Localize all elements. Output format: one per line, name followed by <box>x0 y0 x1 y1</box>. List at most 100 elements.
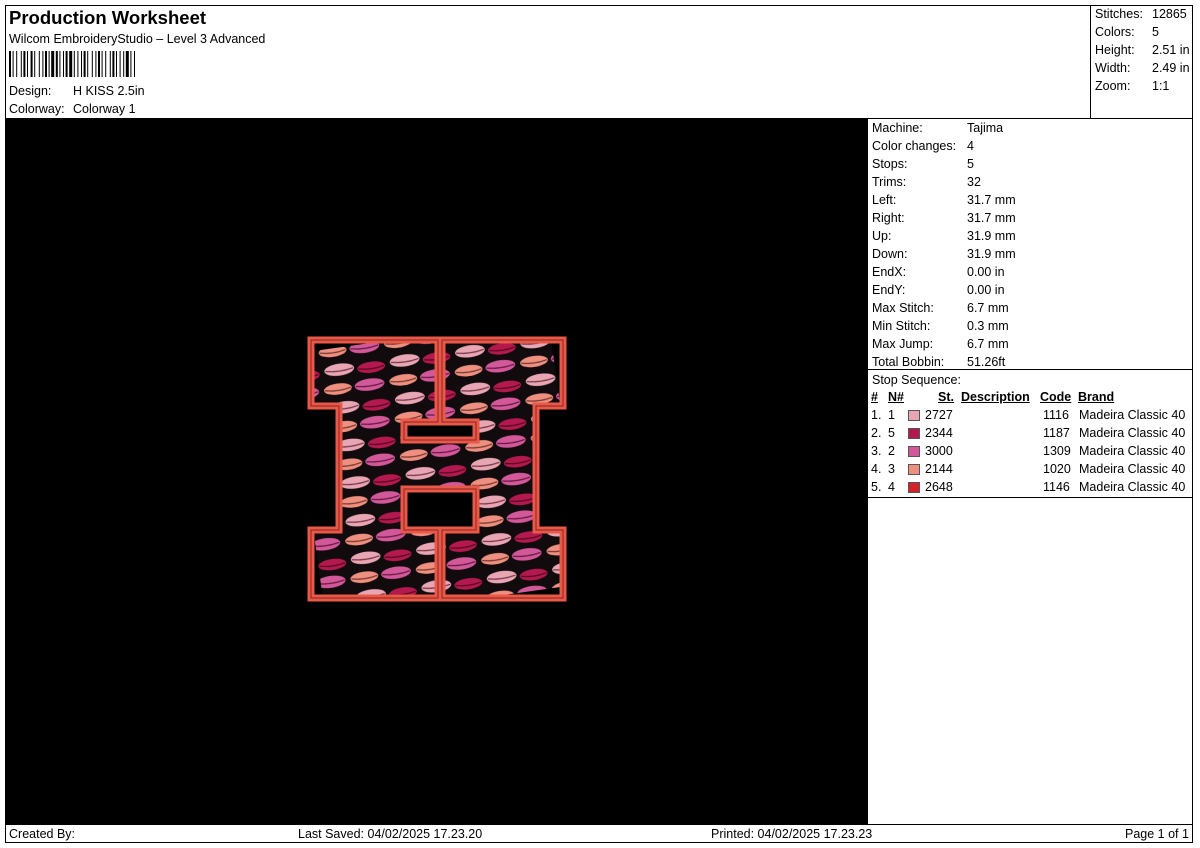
stop-needle: 4 <box>888 480 895 494</box>
stop-stitches: 2648 <box>925 480 953 494</box>
stop-sequence-title: Stop Sequence: <box>872 373 961 387</box>
height-value: 2.51 in <box>1152 43 1190 57</box>
machine-info-value: 31.9 mm <box>967 247 1016 261</box>
machine-info-label: Machine: <box>872 121 923 135</box>
width-label: Width: <box>1095 61 1131 75</box>
barcode-bar <box>23 51 26 77</box>
machine-info-value: 31.9 mm <box>967 229 1016 243</box>
barcode-bar <box>12 51 14 77</box>
thread-color-swatch <box>908 464 920 475</box>
stop-idx: 4. <box>871 462 882 476</box>
barcode-bar <box>27 51 28 77</box>
machine-info-value: 0.00 in <box>967 265 1005 279</box>
stop-sequence-divider <box>867 369 1193 370</box>
zoom-label: Zoom: <box>1095 79 1131 93</box>
stitches-label: Stitches: <box>1095 7 1143 21</box>
stop-needle: 3 <box>888 462 895 476</box>
thread-code: 1020 <box>1043 462 1071 476</box>
machine-info-value: 31.7 mm <box>967 211 1016 225</box>
barcode-bar <box>65 51 68 77</box>
stop-sequence-bottom-divider <box>867 497 1193 498</box>
machine-info-label: Stops: <box>872 157 908 171</box>
thread-brand: Madeira Classic 40 <box>1079 480 1186 494</box>
barcode-bar <box>123 51 125 77</box>
barcode-bar <box>109 51 111 77</box>
stop-needle: 2 <box>888 444 895 458</box>
thread-brand: Madeira Classic 40 <box>1079 426 1186 440</box>
colors-label: Colors: <box>1095 25 1135 39</box>
barcode-bar <box>30 51 33 77</box>
thread-brand: Madeira Classic 40 <box>1079 462 1186 476</box>
software-name: Wilcom EmbroideryStudio – Level 3 Advanc… <box>9 32 266 46</box>
stop-stitches: 2344 <box>925 426 953 440</box>
barcode-bar <box>112 51 115 77</box>
barcode-bar <box>45 51 47 77</box>
zoom-value: 1:1 <box>1152 79 1170 93</box>
barcode-bar <box>134 51 135 77</box>
design-preview <box>6 119 867 824</box>
thread-code: 1187 <box>1043 426 1070 440</box>
colors-value: 5 <box>1152 25 1159 39</box>
width-value: 2.49 in <box>1152 61 1190 75</box>
barcode-bar <box>95 51 97 77</box>
machine-info-value: 0.00 in <box>967 283 1005 297</box>
machine-info-label: EndX: <box>872 265 907 279</box>
page-number: Page 1 of 1 <box>1125 827 1189 841</box>
machine-info-label: Right: <box>872 211 905 225</box>
barcode-bar <box>105 51 107 77</box>
barcode-bar <box>91 51 93 77</box>
barcode-bar <box>59 51 61 77</box>
barcode-bar <box>69 51 73 77</box>
design-label: Design: <box>9 84 52 98</box>
embroidered-letter-h-icon <box>307 336 567 602</box>
barcode-bar <box>42 51 44 77</box>
thread-color-swatch <box>908 482 920 493</box>
barcode-bar <box>9 51 11 77</box>
design-value: H KISS 2.5in <box>73 84 145 98</box>
stop-idx: 1. <box>871 408 882 422</box>
machine-info-value: 6.7 mm <box>967 337 1009 351</box>
summary-divider <box>1090 5 1091 118</box>
thread-color-swatch <box>908 410 920 421</box>
machine-info-value: 31.7 mm <box>967 193 1016 207</box>
barcode-bar <box>77 51 79 77</box>
page-title: Production Worksheet <box>9 7 207 28</box>
thread-code: 1116 <box>1043 408 1069 422</box>
stitches-value: 12865 <box>1152 7 1187 21</box>
barcode-bar <box>83 51 86 77</box>
barcode-bar <box>119 51 121 77</box>
column-header-description: Description <box>961 390 1030 404</box>
height-label: Height: <box>1095 43 1135 57</box>
machine-info-value: 51.26ft <box>967 355 1006 369</box>
machine-info-label: Down: <box>872 247 908 261</box>
machine-info-label: Left: <box>872 193 897 207</box>
stop-idx: 5. <box>871 480 882 494</box>
column-header-code: Code <box>1040 390 1072 404</box>
last-saved: Last Saved: 04/02/2025 17.23.20 <box>298 827 483 841</box>
barcode-bar <box>51 51 55 77</box>
machine-info-label: Min Stitch: <box>872 319 931 333</box>
stop-stitches: 3000 <box>925 444 953 458</box>
barcode-bar <box>73 51 75 77</box>
column-header-brand: Brand <box>1078 390 1115 404</box>
column-header-st: St. <box>938 390 954 404</box>
thread-brand: Madeira Classic 40 <box>1079 444 1186 458</box>
barcode-bar <box>81 51 82 77</box>
machine-info-label: Up: <box>872 229 892 243</box>
machine-info-label: Color changes: <box>872 139 957 153</box>
machine-info-label: EndY: <box>872 283 906 297</box>
machine-info-value: 0.3 mm <box>967 319 1009 333</box>
stop-stitches: 2727 <box>925 408 953 422</box>
barcode-bar <box>48 51 50 77</box>
machine-info-label: Max Jump: <box>872 337 934 351</box>
barcode-bar <box>130 51 132 77</box>
machine-info-label: Max Stitch: <box>872 301 934 315</box>
side-panel-divider <box>867 118 868 824</box>
created-by: Created By: <box>9 827 76 841</box>
footer-divider <box>5 824 1193 825</box>
barcode-bar <box>116 51 117 77</box>
machine-info-value: 5 <box>967 157 974 171</box>
colorway-label: Colorway: <box>9 102 65 116</box>
column-header-n: N# <box>888 390 904 404</box>
thread-code: 1309 <box>1043 444 1071 458</box>
